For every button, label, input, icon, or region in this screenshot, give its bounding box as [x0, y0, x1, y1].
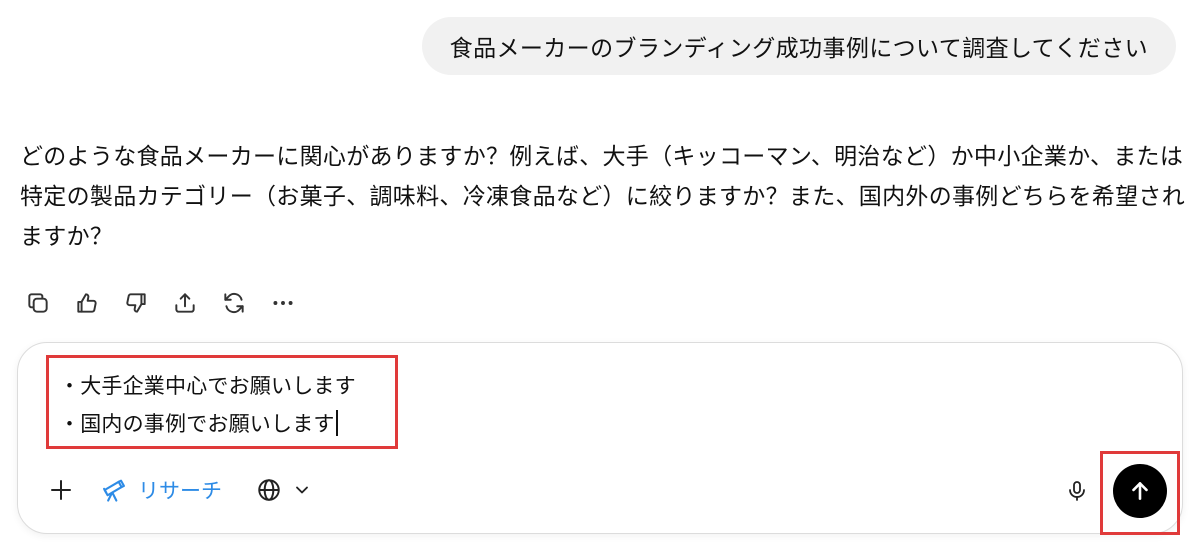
voice-input-button[interactable]: [1062, 476, 1092, 506]
send-highlight-box: [1100, 451, 1180, 535]
more-button[interactable]: [265, 285, 301, 321]
input-line-2-text: ・国内の事例でお願いします: [59, 412, 335, 436]
more-icon: [273, 301, 293, 305]
send-button[interactable]: [1113, 464, 1167, 518]
thumbs-down-button[interactable]: [118, 285, 154, 321]
microphone-icon: [1069, 481, 1085, 501]
message-composer: ・大手企業中心でお願いします ・国内の事例でお願いします リサーチ: [17, 342, 1183, 535]
composer-input-line-2[interactable]: ・国内の事例でお願いします: [59, 408, 338, 438]
composer-input-line-1[interactable]: ・大手企業中心でお願いします: [59, 370, 356, 400]
thumbs-up-button[interactable]: [69, 285, 105, 321]
share-button[interactable]: [167, 285, 203, 321]
input-highlight-box: ・大手企業中心でお願いします ・国内の事例でお願いします: [46, 355, 398, 449]
text-caret: [335, 410, 338, 436]
thumbs-down-icon: [126, 293, 146, 313]
regenerate-button[interactable]: [216, 285, 252, 321]
thumbs-up-icon: [77, 293, 97, 313]
regenerate-icon: [224, 292, 244, 314]
plus-icon: [51, 480, 71, 500]
input-line-1-text: ・大手企業中心でお願いします: [59, 374, 356, 398]
web-search-toggle[interactable]: [256, 475, 312, 505]
copy-button[interactable]: [20, 285, 56, 321]
chevron-down-icon: [296, 486, 308, 494]
message-action-bar: [20, 285, 301, 321]
globe-icon: [258, 479, 280, 501]
share-icon: [175, 293, 195, 313]
copy-icon: [28, 293, 48, 313]
user-message-bubble: 食品メーカーのブランディング成功事例について調査してください: [421, 17, 1176, 75]
telescope-icon: [103, 479, 125, 502]
chat-page: 食品メーカーのブランディング成功事例について調査してください どのような食品メー…: [0, 0, 1200, 543]
arrow-up-icon: [1132, 482, 1148, 500]
research-label: リサーチ: [138, 479, 222, 503]
assistant-message-text: どのような食品メーカーに関心がありますか？例えば、大手（キッコーマン、明治など）…: [20, 144, 1185, 250]
research-button[interactable]: リサーチ: [100, 475, 222, 505]
add-attachment-button[interactable]: [46, 475, 76, 505]
user-message-text: 食品メーカーのブランディング成功事例について調査してください: [449, 36, 1148, 62]
